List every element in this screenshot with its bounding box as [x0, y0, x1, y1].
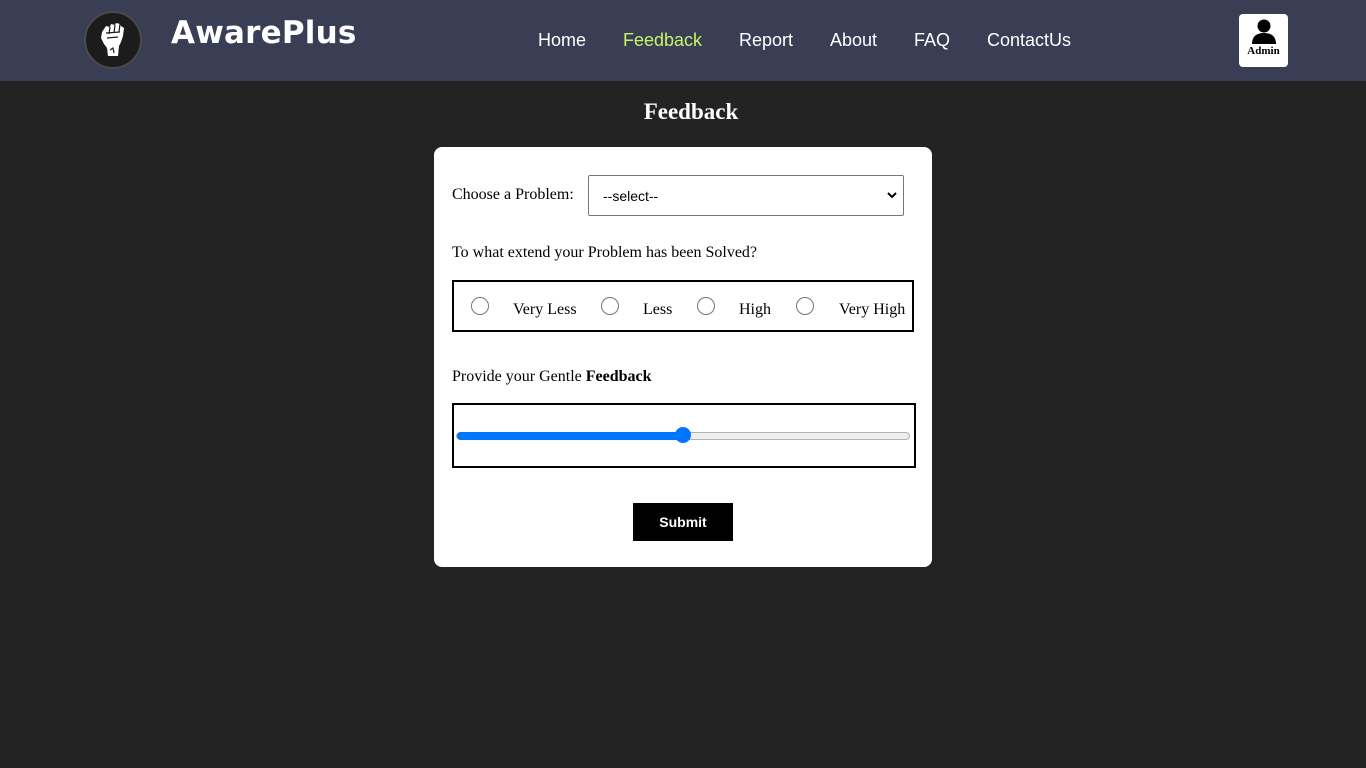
radio-high[interactable] [697, 297, 715, 315]
submit-button[interactable]: Submit [633, 503, 733, 541]
admin-button[interactable]: Admin [1239, 14, 1288, 67]
nav-feedback[interactable]: Feedback [623, 30, 702, 51]
logo[interactable] [84, 11, 142, 69]
radio-label-very-less: Very Less [513, 301, 577, 318]
feedback-label: Provide your Gentle Feedback [452, 368, 652, 386]
feedback-slider-thumb[interactable] [675, 427, 691, 443]
nav-report[interactable]: Report [739, 30, 793, 51]
chevron-down-icon [887, 192, 897, 199]
solved-options-group: Very Less Less High Very High [452, 280, 914, 332]
raised-fist-icon [101, 23, 124, 56]
radio-label-high: High [739, 301, 771, 318]
nav-faq[interactable]: FAQ [914, 30, 950, 51]
nav-about[interactable]: About [830, 30, 877, 51]
radio-label-less: Less [643, 301, 673, 318]
feedback-label-bold: Feedback [585, 368, 652, 385]
page-title: Feedback [643, 99, 739, 124]
feedback-slider-fill [457, 432, 684, 440]
nav-contactus[interactable]: ContactUs [987, 30, 1071, 51]
user-icon [1251, 19, 1276, 44]
radio-very-high[interactable] [796, 297, 814, 315]
problem-select[interactable]: --select-- [588, 175, 904, 216]
problem-label: Choose a Problem: [452, 186, 574, 203]
feedback-label-prefix: Provide your Gentle [452, 368, 582, 385]
radio-label-very-high: Very High [839, 301, 906, 318]
brand-name[interactable]: AwarePlus [171, 15, 357, 51]
problem-select-value: --select-- [603, 187, 659, 204]
solved-question: To what extend your Problem has been Sol… [452, 244, 758, 261]
admin-label: Admin [1247, 45, 1280, 57]
feedback-form: Choose a Problem: --select-- To what ext… [434, 147, 932, 567]
radio-very-less[interactable] [471, 297, 489, 315]
nav-home[interactable]: Home [538, 30, 586, 51]
navbar: AwarePlus Home Feedback Report About FAQ… [0, 0, 1366, 81]
radio-less[interactable] [601, 297, 619, 315]
feedback-slider-box [452, 403, 916, 468]
